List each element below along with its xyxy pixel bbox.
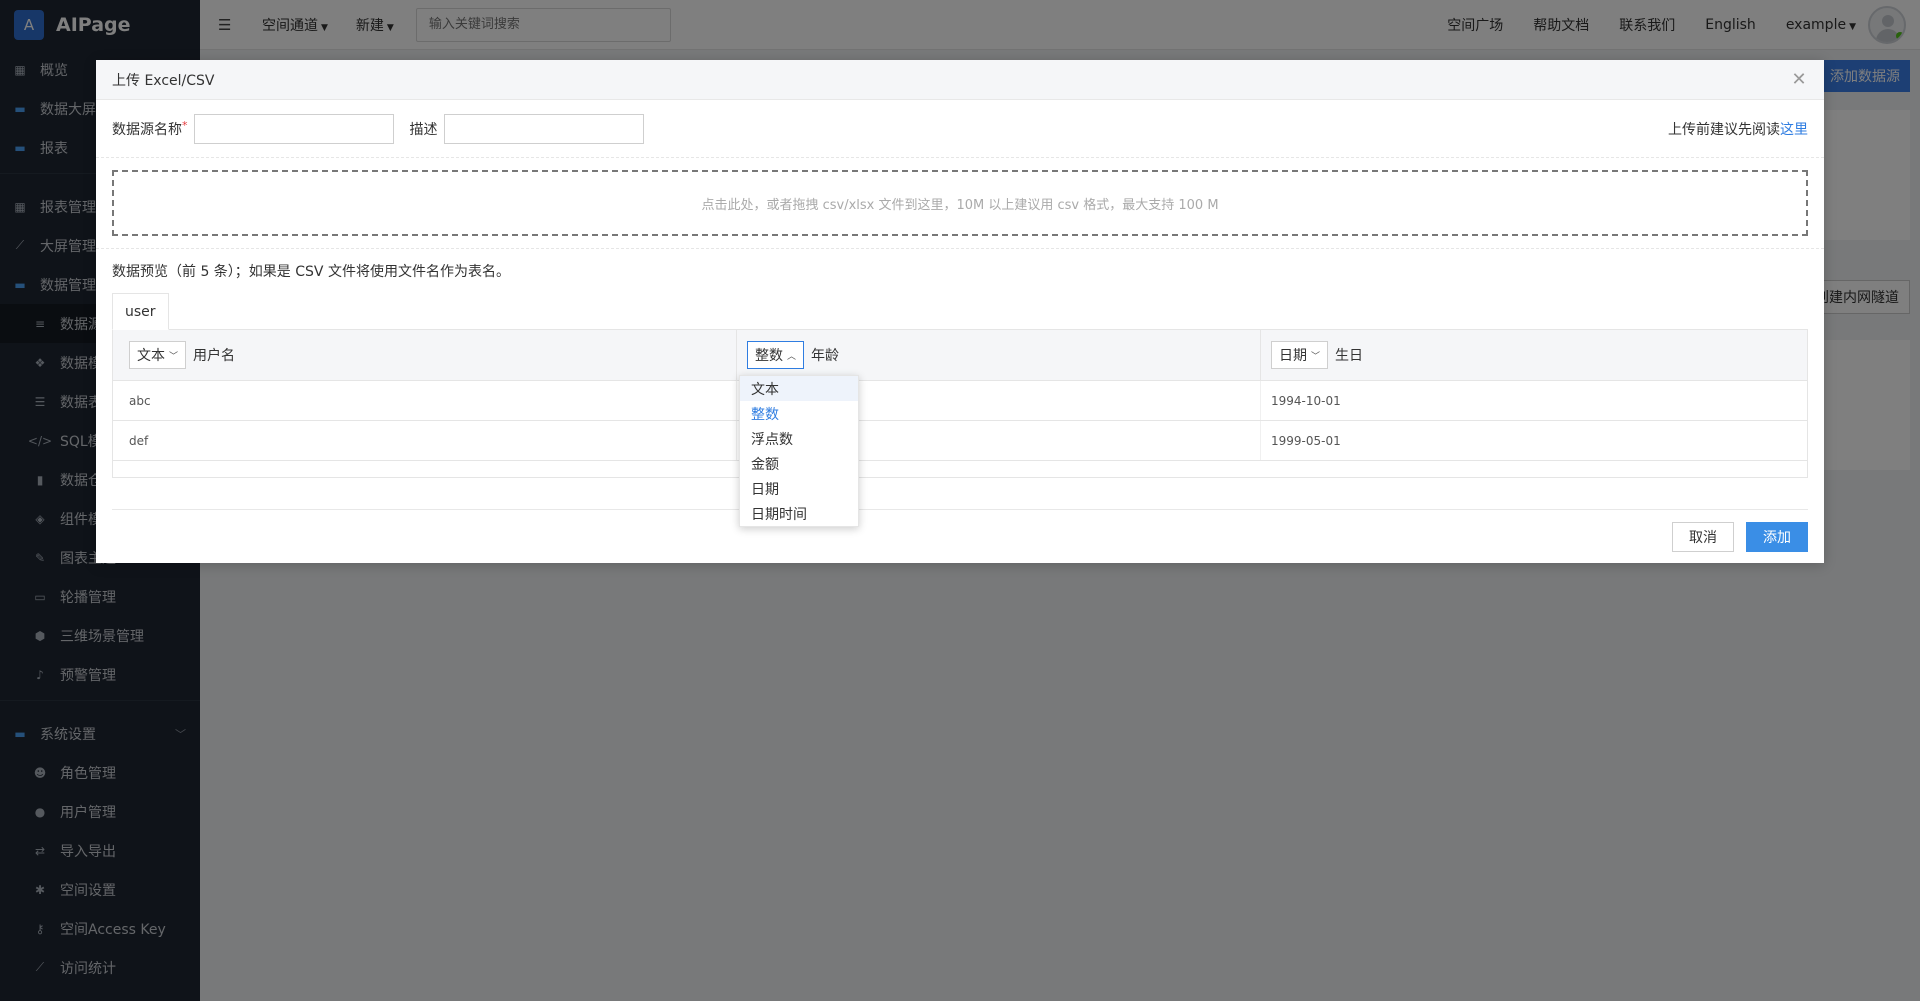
hint-link[interactable]: 这里 — [1780, 122, 1808, 138]
column-type-select[interactable]: 日期 ﹀ — [1271, 341, 1329, 369]
modal-footer: 取消 添加 — [112, 509, 1808, 563]
datasource-name-label: 数据源名称* — [112, 119, 188, 139]
preview-note: 数据预览（前 5 条）；如果是 CSV 文件将使用文件名作为表名。 — [112, 264, 510, 280]
description-label: 描述 — [409, 121, 438, 138]
file-dropzone[interactable]: 点击此处，或者拖拽 csv/xlsx 文件到这里，10M 以上建议用 csv 格… — [112, 170, 1808, 236]
name-label-text: 数据源名称 — [112, 121, 182, 138]
description-input[interactable] — [443, 113, 644, 144]
upload-hint: 上传前建议先阅读这里 — [1668, 119, 1808, 139]
modal-title: 上传 Excel/CSV — [112, 72, 215, 89]
chevron-up-icon: ︿ — [787, 351, 797, 362]
cancel-button[interactable]: 取消 — [1672, 521, 1734, 552]
sheet-tabs: user — [112, 293, 1808, 330]
dropdown-option[interactable]: 日期时间 — [740, 501, 858, 526]
table-cell: 1994-10-01 — [1271, 393, 1341, 408]
column-header: 日期 ﹀ 生日 — [1261, 330, 1807, 380]
modal-header: 上传 Excel/CSV ✕ — [96, 60, 1824, 100]
datasource-name-input[interactable] — [193, 113, 394, 144]
dropdown-option[interactable]: 金额 — [740, 451, 858, 476]
upload-modal: 上传 Excel/CSV ✕ 数据源名称* 描述 上传前建议先阅读这里 点击此处… — [96, 60, 1824, 563]
chevron-down-icon: ﹀ — [1311, 351, 1321, 362]
tab-user[interactable]: user — [112, 293, 169, 330]
dropdown-option[interactable]: 整数 — [740, 401, 858, 426]
column-name: 生日 — [1335, 348, 1364, 364]
preview-table: 文本 ﹀ 用户名 整数 ︿ 年龄 日期 ﹀ 生日 abc 1994-10-01 def… — [112, 330, 1808, 478]
table-cell: 1999-05-01 — [1271, 433, 1341, 448]
close-icon[interactable]: ✕ — [1790, 69, 1808, 90]
table-row: abc 1994-10-01 — [113, 381, 1807, 421]
type-value: 文本 — [137, 348, 165, 364]
dropdown-option[interactable]: 浮点数 — [740, 426, 858, 451]
hint-text: 上传前建议先阅读 — [1668, 121, 1780, 138]
type-dropdown: 文本 整数 浮点数 金额 日期 日期时间 — [739, 375, 859, 527]
table-cell: abc — [113, 381, 737, 420]
column-header: 文本 ﹀ 用户名 — [113, 330, 737, 380]
table-cell: def — [113, 421, 737, 460]
table-spacer — [113, 461, 1807, 477]
column-header: 整数 ︿ 年龄 — [737, 330, 1261, 380]
table-header: 文本 ﹀ 用户名 整数 ︿ 年龄 日期 ﹀ 生日 — [113, 330, 1807, 381]
column-name: 用户名 — [193, 348, 236, 364]
form-row: 数据源名称* 描述 上传前建议先阅读这里 — [96, 100, 1824, 158]
column-type-select[interactable]: 文本 ﹀ — [129, 341, 187, 369]
dropdown-option[interactable]: 文本 — [740, 376, 858, 401]
dropdown-option[interactable]: 日期 — [740, 476, 858, 501]
chevron-down-icon: ﹀ — [169, 351, 179, 362]
column-type-select[interactable]: 整数 ︿ — [747, 341, 805, 369]
type-value: 整数 — [755, 348, 783, 364]
type-value: 日期 — [1279, 348, 1307, 364]
table-row: def 1999-05-01 — [113, 421, 1807, 461]
required-mark: * — [182, 118, 188, 132]
add-button[interactable]: 添加 — [1746, 521, 1808, 552]
column-name: 年龄 — [811, 348, 840, 364]
